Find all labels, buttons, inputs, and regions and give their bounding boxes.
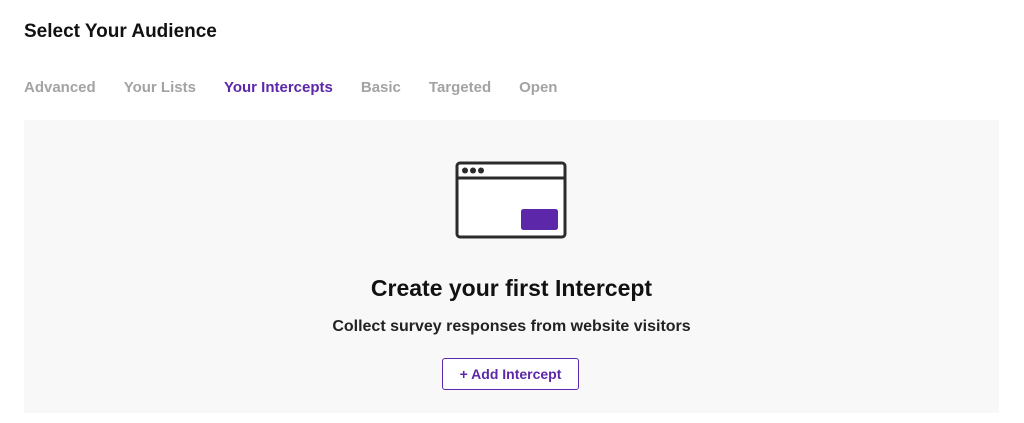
audience-tabs: Advanced Your Lists Your Intercepts Basi… — [24, 78, 585, 98]
tab-basic[interactable]: Basic — [361, 78, 401, 98]
empty-state-panel: Create your first Intercept Collect surv… — [24, 120, 999, 413]
empty-state-subtitle: Collect survey responses from website vi… — [332, 318, 691, 335]
page-title: Select Your Audience — [24, 21, 217, 42]
empty-state-title: Create your first Intercept — [370, 275, 653, 301]
add-intercept-button[interactable]: + Add Intercept — [442, 358, 579, 390]
tab-advanced[interactable]: Advanced — [24, 78, 96, 98]
tab-targeted[interactable]: Targeted — [429, 78, 491, 98]
tab-open[interactable]: Open — [519, 78, 557, 98]
tab-your-intercepts[interactable]: Your Intercepts — [224, 78, 333, 98]
browser-window-icon — [455, 161, 567, 239]
tab-your-lists[interactable]: Your Lists — [124, 78, 196, 98]
